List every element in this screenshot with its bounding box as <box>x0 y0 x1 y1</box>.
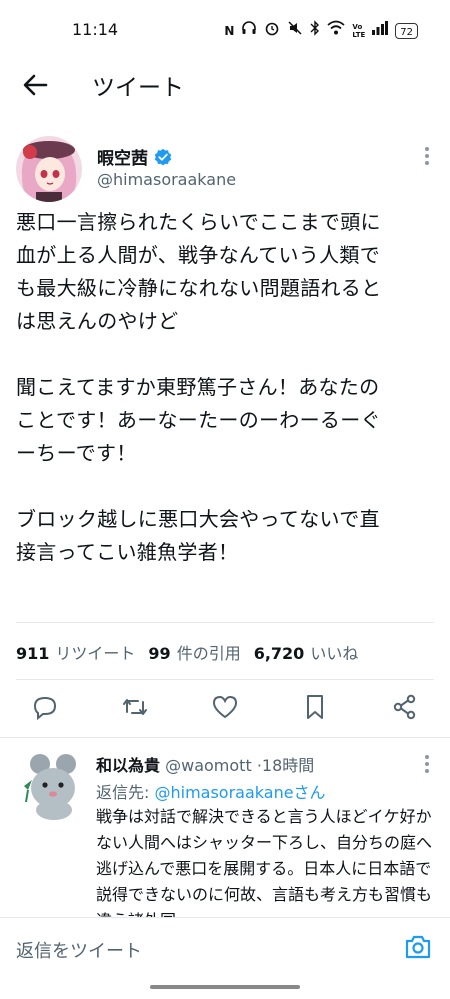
tweet-author: 暇空茜 @himasoraakane <box>0 134 450 204</box>
home-indicator[interactable] <box>150 985 300 989</box>
quote-count-label: 件の引用 <box>176 644 241 663</box>
divider <box>16 679 434 680</box>
mute-icon <box>287 20 303 41</box>
share-icon[interactable] <box>390 692 420 722</box>
tweet-paragraph: ブロック越しに悪口大会やってないで直 接言ってこい雑魚学者！ <box>16 507 380 564</box>
signal-icon <box>372 21 389 40</box>
more-options-icon[interactable] <box>424 146 430 166</box>
status-icons: N Vo LTE 72 <box>224 20 418 41</box>
tweet-paragraph: 聞こえてますか東野篤子さん！あなたの ことです！あーなーたーのーわーるーぐ ーち… <box>16 375 381 465</box>
author-handle[interactable]: @himasoraakane <box>97 170 236 189</box>
retweet-count[interactable]: 911 リツイート <box>16 640 135 664</box>
retweet-icon[interactable] <box>120 692 150 722</box>
author-name-row[interactable]: 暇空茜 <box>97 144 172 169</box>
alarm-icon <box>264 20 280 41</box>
reply-to-prefix: 返信先: <box>96 783 155 802</box>
battery-indicator: 72 <box>395 22 418 39</box>
retweet-count-label: リツイート <box>55 644 136 663</box>
tweet-actions <box>0 692 450 724</box>
like-heart-icon[interactable] <box>210 692 240 722</box>
reply-avatar[interactable] <box>18 750 82 820</box>
like-count-label: いいね <box>310 644 359 663</box>
nfc-icon: N <box>224 23 235 38</box>
back-arrow-icon[interactable] <box>20 70 50 100</box>
reply-timestamp: 18時間 <box>261 756 315 775</box>
reply-compose-input[interactable]: 返信をツイート <box>16 937 142 963</box>
reply-compose-bar[interactable]: 返信をツイート <box>0 917 450 977</box>
retweet-count-value: 911 <box>16 644 50 663</box>
tweet-paragraph: 悪口一言擦られたくらいでここまで頭に 血が上る人間が、戦争なんていう人類で も最… <box>16 210 382 333</box>
divider <box>0 737 450 738</box>
reply-author-name[interactable]: 和以為貴 <box>96 756 160 775</box>
author-name: 暇空茜 <box>97 149 148 169</box>
tweet-text: 悪口一言擦られたくらいでここまで頭に 血が上る人間が、戦争なんていう人類で も最… <box>16 206 436 602</box>
reply-text: 戦争は対話で解決できると言う人ほどイケ好かない人間へはシャッター下ろし、自分ちの… <box>96 807 433 917</box>
reply-header: 和以為貴 @waomott ·18時間 <box>96 752 314 776</box>
reply-tweet[interactable]: 和以為貴 @waomott ·18時間 返信先: @himasoraakaneさ… <box>0 742 450 917</box>
bookmark-icon[interactable] <box>300 692 330 722</box>
quote-count[interactable]: 99 件の引用 <box>148 640 240 664</box>
bluetooth-icon <box>310 20 320 41</box>
headphones-icon <box>241 20 257 41</box>
like-count[interactable]: 6,720 いいね <box>254 640 359 664</box>
reply-icon[interactable] <box>30 692 60 722</box>
tweet-stats: 911 リツイート 99 件の引用 6,720 いいね <box>16 640 436 664</box>
quote-count-value: 99 <box>148 644 171 663</box>
divider <box>16 622 434 623</box>
top-app-bar: ツイート <box>0 58 450 114</box>
reply-to-handle[interactable]: @himasoraakaneさん <box>154 783 325 802</box>
reply-author-handle[interactable]: @waomott <box>165 756 252 775</box>
reply-more-options-icon[interactable] <box>424 754 430 774</box>
status-bar: 11:14 N Vo LTE 72 <box>0 0 450 58</box>
reply-to-line: 返信先: @himasoraakaneさん <box>96 779 326 803</box>
status-time: 11:14 <box>72 20 119 39</box>
avatar[interactable] <box>16 136 82 202</box>
wifi-icon <box>327 20 345 41</box>
volte-icon: Vo LTE <box>352 22 366 39</box>
page-title: ツイート <box>92 75 184 101</box>
verified-badge-icon <box>154 148 172 165</box>
camera-icon[interactable] <box>404 934 432 960</box>
like-count-value: 6,720 <box>253 644 305 663</box>
